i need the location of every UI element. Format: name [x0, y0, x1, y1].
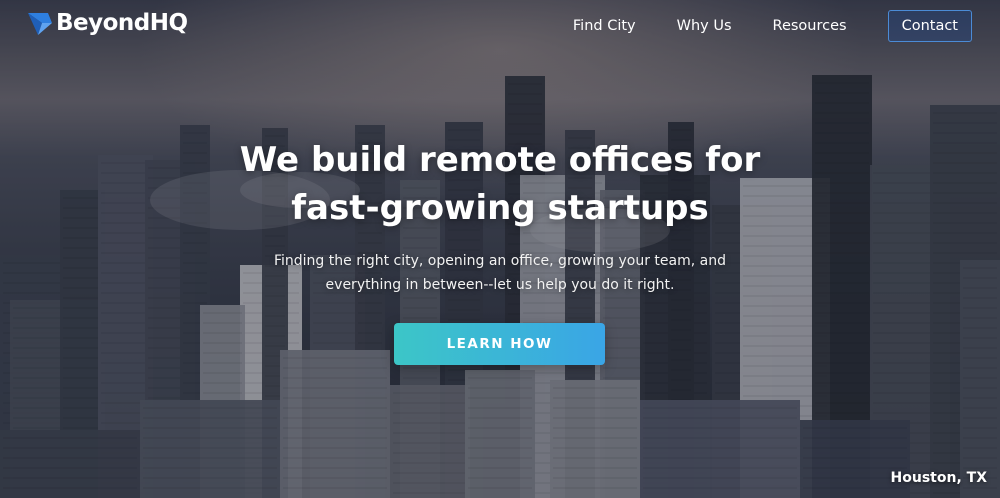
nav-find-city[interactable]: Find City	[573, 18, 636, 34]
brand-name: BeyondHQ	[56, 10, 188, 36]
brand-logo[interactable]: BeyondHQ	[28, 10, 188, 36]
chevron-logo-icon	[28, 13, 52, 35]
subhead-line-1: Finding the right city, opening an offic…	[273, 253, 726, 269]
headline-line-1: We build remote offices for	[239, 140, 761, 180]
contact-button[interactable]: Contact	[887, 10, 972, 42]
site-header: BeyondHQ Find City Why Us Resources Cont…	[0, 0, 1000, 50]
hero-headline: We build remote offices for fast-growing…	[0, 136, 1000, 232]
headline-line-2: fast-growing startups	[291, 188, 709, 228]
subhead-line-2: everything in between--let us help you d…	[325, 277, 675, 293]
nav-why-us[interactable]: Why Us	[677, 18, 732, 34]
hero-subheading: Finding the right city, opening an offic…	[0, 249, 1000, 297]
nav-resources[interactable]: Resources	[773, 18, 847, 34]
main-nav: Find City Why Us Resources Contact	[532, 10, 972, 42]
learn-how-button[interactable]: LEARN HOW	[394, 323, 605, 365]
location-caption: Houston, TX	[890, 470, 987, 486]
